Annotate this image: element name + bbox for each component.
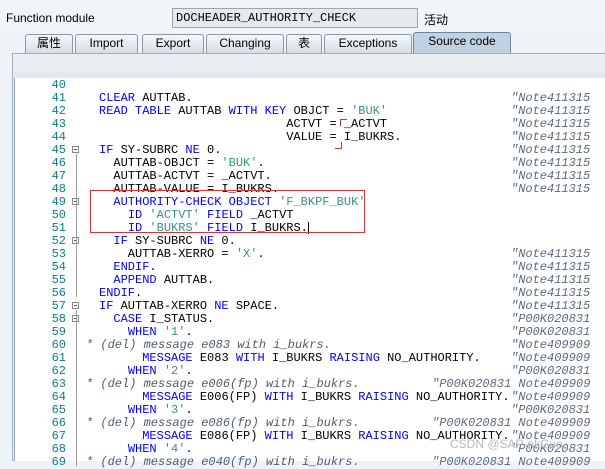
tab-tables[interactable]: 表 [286,34,322,53]
authority-check-highlight [90,190,365,233]
tab-bar: 属性 Import Export Changing 表 Exceptions S… [0,32,605,53]
tab-export[interactable]: Export [142,34,204,53]
line-comment: "Note411315 [511,182,591,196]
bracket-mark-bottom [335,142,342,149]
tab-changing[interactable]: Changing [206,34,284,53]
tab-import[interactable]: Import [75,34,138,53]
fold-guide-line [76,310,77,466]
tab-attributes[interactable]: 属性 [25,34,73,53]
function-module-label: Function module [6,11,95,25]
collapse-box-icon[interactable] [72,302,79,309]
editor-top-strip [14,72,605,78]
line-comment: "P00K020831 Note409909 [432,455,591,469]
bracket-mark-top [340,119,347,126]
function-module-name-field[interactable]: DOCHEADER_AUTHORITY_CHECK [172,8,418,28]
function-module-header: Function module DOCHEADER_AUTHORITY_CHEC… [0,0,605,32]
status-text: 活动 [424,13,449,27]
watermark: CSDN @SAP-nkGuo [450,437,563,451]
tab-source-code[interactable]: Source code [413,32,511,53]
tab-exceptions[interactable]: Exceptions [324,34,412,53]
code-text: * (del) message e040(fp) with i_bukrs. [86,455,360,469]
line-number: 69 [51,455,66,469]
collapse-box-icon[interactable] [72,146,79,153]
code-line[interactable]: 69 * (del) message e040(fp) with i_bukrs.… [0,456,605,469]
fold-guide-line [76,154,77,297]
